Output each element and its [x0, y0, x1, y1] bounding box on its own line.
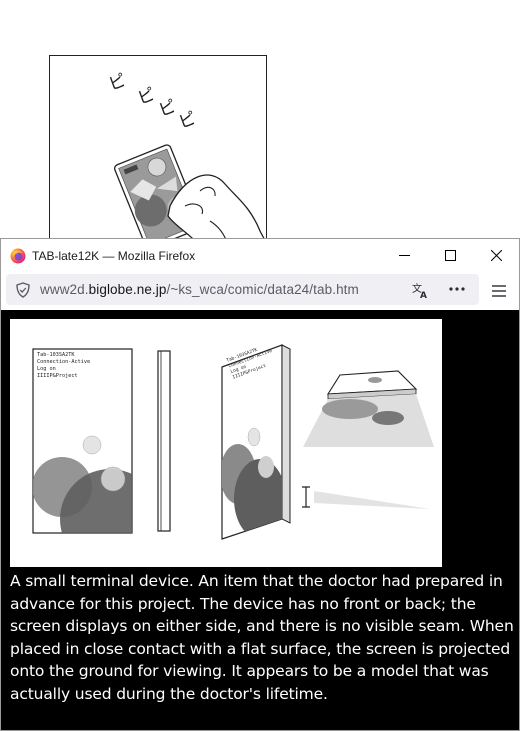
maximize-button[interactable] — [427, 239, 473, 272]
window-title: TAB-late12K — Mozilla Firefox — [32, 248, 196, 263]
translate-icon[interactable]: 文 A — [412, 281, 430, 299]
close-button[interactable] — [473, 239, 519, 272]
browser-window: TAB-late12K — Mozilla Firefox www2d.bigl… — [0, 238, 520, 731]
shield-icon[interactable] — [15, 281, 31, 298]
close-icon — [490, 250, 502, 261]
maximize-icon — [444, 250, 456, 261]
more-icon[interactable] — [449, 286, 465, 292]
url-text[interactable]: www2d.biglobe.ne.jp/~ks_wca/comic/data24… — [40, 282, 359, 297]
page-content: Tab-103SA2TK Connection-Active Log on II… — [1, 311, 519, 730]
device-screen-text: Tab-103SA2TK Connection-Active Log on II… — [37, 352, 91, 379]
device-description: A small terminal device. An item that th… — [10, 572, 514, 703]
firefox-logo-icon — [10, 248, 26, 263]
navigation-bar: www2d.biglobe.ne.jp/~ks_wca/comic/data24… — [1, 272, 519, 310]
minimize-button[interactable] — [381, 239, 427, 272]
svg-text:A: A — [420, 291, 427, 299]
device-illustration: Tab-103SA2TK Connection-Active Log on II… — [10, 319, 442, 567]
hamburger-menu-icon[interactable] — [492, 284, 506, 298]
minimize-icon — [398, 255, 410, 256]
hand-holding-device-illustration — [114, 144, 266, 244]
manga-panel: ピ ピ ピ ピ — [49, 55, 267, 245]
address-bar[interactable]: www2d.biglobe.ne.jp/~ks_wca/comic/data24… — [6, 274, 479, 305]
title-bar[interactable]: TAB-late12K — Mozilla Firefox — [1, 239, 519, 272]
